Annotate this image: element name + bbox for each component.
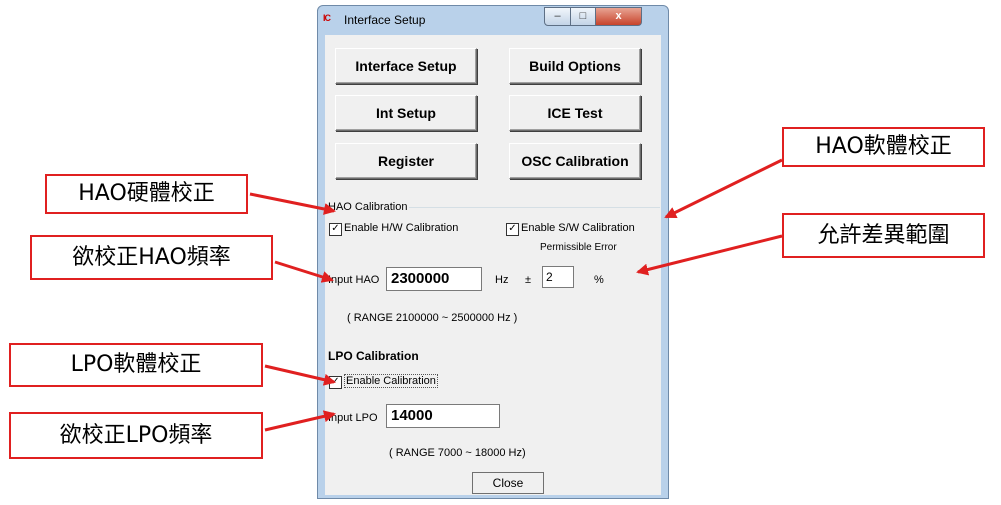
arrow-hao-freq	[274, 260, 334, 283]
arrow-lpo-sw	[264, 364, 336, 386]
arrow-lpo-freq	[264, 410, 336, 432]
arrow-hao-hw	[249, 192, 336, 215]
annotation-arrows	[249, 158, 783, 432]
arrow-hao-sw	[664, 158, 783, 219]
arrow-permissible	[636, 234, 783, 276]
